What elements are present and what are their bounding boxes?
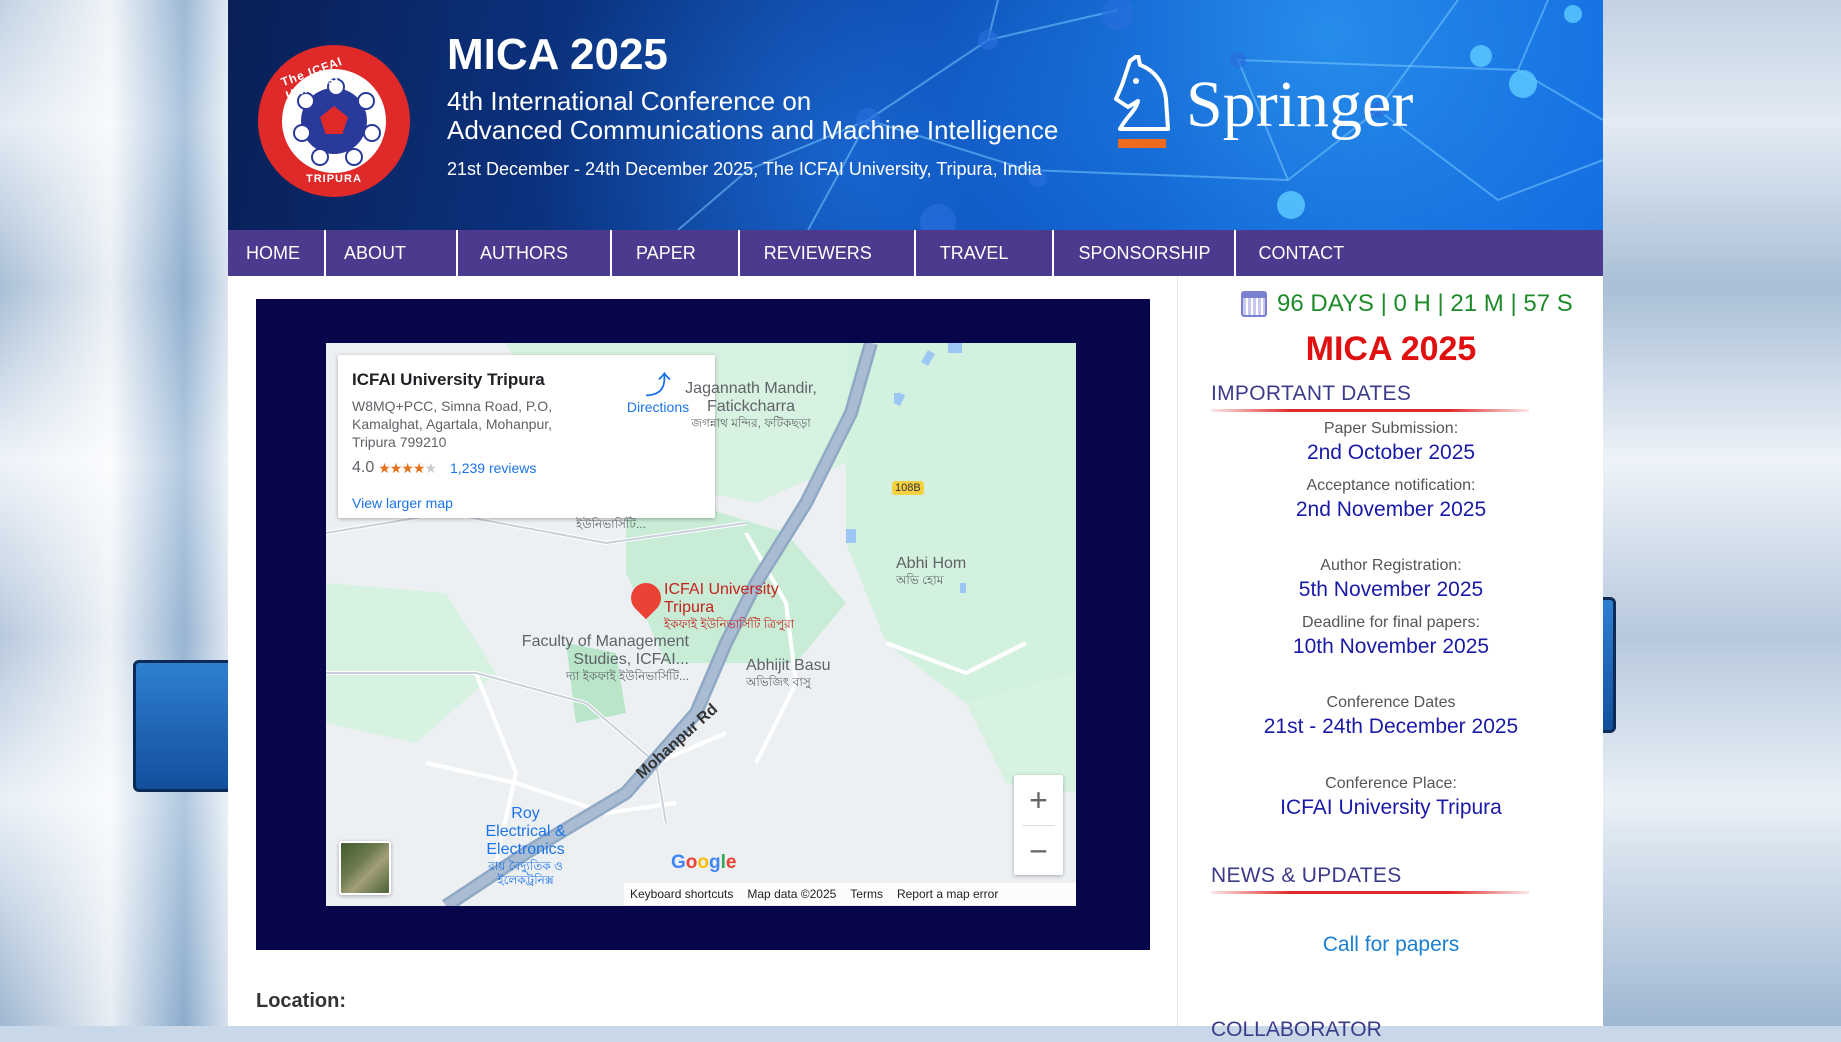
important-dates-heading: IMPORTANT DATES [1211, 382, 1412, 405]
springer-logo[interactable]: Springer [1108, 53, 1414, 153]
date-value-acceptance: 2nd November 2025 [1295, 498, 1487, 521]
date-label-final-papers: Deadline for final papers: [1302, 614, 1480, 631]
map-data-label: Map data ©2025 [747, 887, 837, 901]
star-rating-icon: ★★★★★ [378, 459, 437, 476]
map-label-faculty[interactable]: Faculty of Management Studies, ICFAI... … [514, 633, 689, 683]
location-label: Location: [256, 990, 346, 1012]
sidebar-mica-title: MICA 2025 [1305, 330, 1477, 368]
zoom-out-button[interactable]: − [1014, 826, 1063, 876]
zoom-in-button[interactable]: + [1014, 775, 1063, 825]
site-header: The ICFAI University TRIPURA MICA 2025 4… [228, 0, 1603, 230]
road-badge: 108B [892, 481, 924, 495]
date-value-final-papers: 10th November 2025 [1292, 635, 1490, 658]
terms-link[interactable]: Terms [850, 887, 883, 901]
map-frame: ICFAI University Tripura W8MQ+PCC, Simna… [256, 299, 1150, 950]
collaborator-heading: COLLABORATOR [1211, 1018, 1382, 1041]
conference-subtitle-1: 4th International Conference on [447, 86, 812, 116]
map-label-jagannath[interactable]: Jagannath Mandir, Fatickcharra জগন্নাথ ম… [684, 380, 818, 430]
directions-label: Directions [626, 399, 690, 415]
date-value-author-registration: 5th November 2025 [1298, 578, 1484, 601]
page-container: The ICFAI University TRIPURA MICA 2025 4… [228, 0, 1603, 1041]
springer-horse-icon [1108, 53, 1172, 153]
map-rating-value: 4.0 [352, 459, 375, 476]
icfai-logo[interactable]: The ICFAI University TRIPURA [258, 45, 410, 197]
keyboard-shortcuts-link[interactable]: Keyboard shortcuts [630, 887, 733, 901]
map-attribution: Keyboard shortcuts Map data ©2025 Terms … [624, 883, 1076, 905]
nav-sponsorship[interactable]: SPONSORSHIP [1054, 230, 1237, 276]
map-place-name: ICFAI University Tripura [352, 370, 545, 389]
countdown: 96 DAYS | 0 H | 21 M | 57 S [1241, 290, 1573, 318]
conference-subtitle-2: Advanced Communications and Machine Inte… [447, 115, 1059, 145]
date-label-conference-place: Conference Place: [1325, 775, 1457, 792]
date-value-paper-submission: 2nd October 2025 [1306, 441, 1476, 464]
date-value-conference-dates: 21st - 24th December 2025 [1263, 715, 1519, 738]
conference-date-line: 21st December - 24th December 2025, The … [447, 159, 1042, 179]
satellite-toggle[interactable] [339, 841, 391, 895]
map-label-icfai[interactable]: ICFAI University Tripura ইকফাই ইউনিভার্স… [664, 581, 824, 631]
date-value-conference-place: ICFAI University Tripura [1280, 796, 1502, 819]
map-reviews-link[interactable]: 1,239 reviews [450, 460, 536, 476]
important-dates-underline [1211, 409, 1529, 412]
view-larger-map-link[interactable]: View larger map [352, 495, 453, 511]
call-for-papers-link[interactable]: Call for papers [1203, 933, 1579, 957]
springer-wordmark: Springer [1186, 68, 1414, 141]
nav-reviewers[interactable]: REVIEWERS [740, 230, 916, 276]
date-label-acceptance: Acceptance notification: [1306, 477, 1476, 494]
map-zoom-control: + − [1014, 775, 1063, 875]
google-map[interactable]: ICFAI University Tripura W8MQ+PCC, Simna… [326, 343, 1076, 906]
logo-text-bottom: TRIPURA [306, 173, 362, 185]
map-info-card: ICFAI University Tripura W8MQ+PCC, Simna… [338, 355, 715, 518]
calendar-icon [1241, 291, 1267, 317]
date-label-author-registration: Author Registration: [1320, 557, 1462, 574]
report-map-error-link[interactable]: Report a map error [897, 887, 998, 901]
map-label-roy[interactable]: Roy Electrical & Electronics রায় বৈদ্যু… [478, 805, 573, 887]
map-label-abhijit[interactable]: Abhijit Basu অভিজিৎ বাসু [746, 657, 836, 689]
conference-title: MICA 2025 [447, 30, 668, 79]
map-label-hidden: ইউনিভার্সিটি... [576, 517, 646, 531]
logo-core [293, 78, 381, 166]
nav-authors[interactable]: AUTHORS [458, 230, 613, 276]
nav-paper[interactable]: PAPER [612, 230, 740, 276]
nav-about[interactable]: ABOUT [326, 230, 459, 276]
date-label-conference-dates: Conference Dates [1326, 694, 1456, 711]
map-place-address: W8MQ+PCC, Simna Road, P.O, Kamalghat, Ag… [352, 398, 553, 450]
sidebar-divider [1177, 276, 1178, 1026]
news-heading: NEWS & UPDATES [1211, 864, 1402, 887]
countdown-text: 96 DAYS | 0 H | 21 M | 57 S [1277, 290, 1573, 317]
date-label-paper-submission: Paper Submission: [1323, 420, 1459, 437]
nav-contact[interactable]: CONTACT [1236, 230, 1362, 276]
nav-home[interactable]: HOME [228, 230, 326, 276]
background-decor-left [133, 660, 239, 792]
google-logo: Google [671, 852, 737, 873]
main-nav: HOME ABOUT AUTHORS PAPER REVIEWERS TRAVE… [228, 230, 1603, 276]
nav-travel[interactable]: TRAVEL [916, 230, 1055, 276]
news-underline [1211, 891, 1529, 894]
map-label-abhi-home[interactable]: Abhi Hom অভি হোম [896, 555, 996, 587]
map-rating: 4.0 ★★★★★ 1,239 reviews [352, 459, 536, 477]
